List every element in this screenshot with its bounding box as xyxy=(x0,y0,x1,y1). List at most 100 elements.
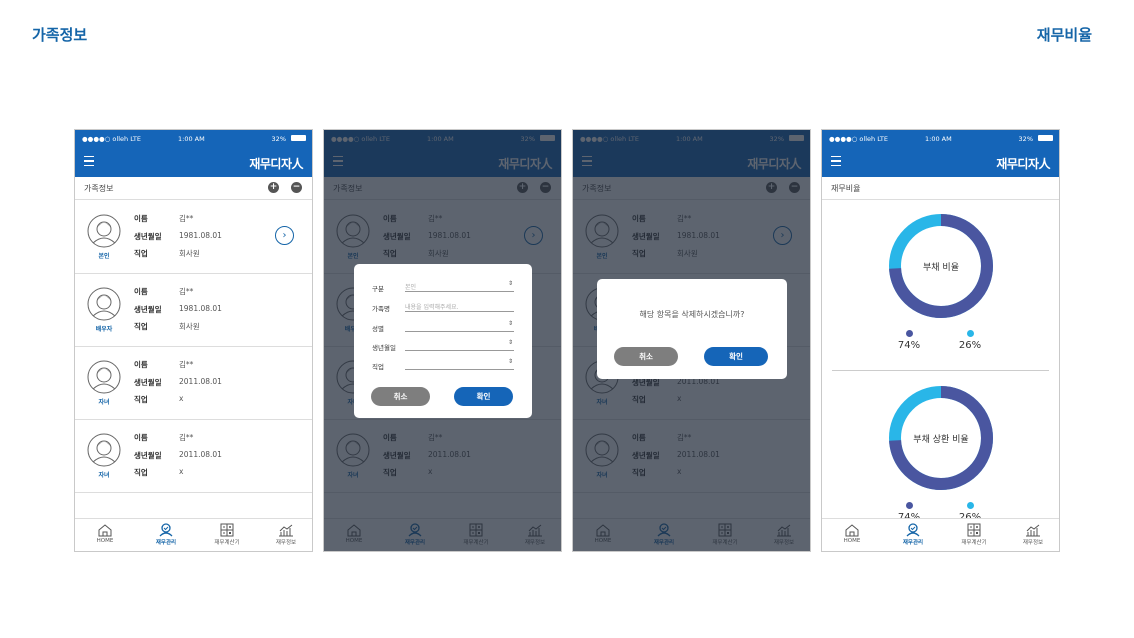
carrier-label: ●●●●○ olleh LTE xyxy=(82,135,142,143)
form-select[interactable]: 본인 xyxy=(405,282,514,292)
family-member-row[interactable]: 자녀 이름 김** 생년월일 2011.08.01 직업 x xyxy=(75,346,312,420)
app-bar: 재무디자人 xyxy=(75,147,312,177)
hamburger-menu-icon[interactable] xyxy=(84,156,94,166)
confirm-message: 해당 항목을 삭제하시겠습니까? xyxy=(639,310,745,319)
form-row: 구분 본인 ⇕ xyxy=(372,280,514,294)
form-row: 성별 ⇕ xyxy=(372,320,514,334)
battery-icon xyxy=(291,135,306,141)
status-bar: ●●●●○ olleh LTE 1:00 AM 32% xyxy=(75,130,312,147)
home-icon xyxy=(80,523,130,537)
home-icon xyxy=(827,523,877,537)
modal-overlay: 해당 항목을 삭제하시겠습니까? 취소 확인 xyxy=(573,130,810,551)
calculator-icon xyxy=(202,523,252,537)
field-label-name: 이름 xyxy=(134,360,148,369)
field-value-birth: 2011.08.01 xyxy=(179,450,222,459)
chart-title: 부채 상환 비율 xyxy=(913,435,969,445)
tab-finance-manage[interactable]: 재무관리 xyxy=(141,523,191,546)
page-title-financial-ratio: 재무비율 xyxy=(1036,26,1092,44)
field-label-birth: 생년월일 xyxy=(134,451,162,460)
tab-label: 재무관리 xyxy=(155,540,177,546)
legend-value-primary: 74% xyxy=(897,340,921,351)
form-row: 생년월일 ⇕ xyxy=(372,339,514,353)
confirm-button[interactable]: 확인 xyxy=(704,347,768,366)
avatar-icon xyxy=(87,214,121,248)
field-label-job: 직업 xyxy=(134,322,148,331)
avatar-icon xyxy=(87,433,121,467)
chevron-right-icon[interactable]: › xyxy=(275,226,294,245)
hamburger-menu-icon[interactable] xyxy=(831,156,841,166)
tab-home[interactable]: HOME xyxy=(80,523,130,544)
field-label-name: 이름 xyxy=(134,214,148,223)
legend-dot-primary xyxy=(906,330,913,337)
tab-home[interactable]: HOME xyxy=(827,523,877,544)
field-label-birth: 생년월일 xyxy=(134,305,162,314)
tab-label: HOME xyxy=(843,538,861,544)
member-role: 자녀 xyxy=(98,399,110,406)
form-select[interactable] xyxy=(405,322,514,332)
form-row: 가족명 내용을 입력해주세요. xyxy=(372,300,514,314)
phone-screen-financial-ratio: ●●●●○ olleh LTE 1:00 AM 32% 재무디자人 재무비율부채 비율 7… xyxy=(821,129,1060,552)
calculator-icon xyxy=(949,523,999,537)
section-header: 가족정보 + − xyxy=(75,177,312,200)
form-select[interactable] xyxy=(405,360,514,370)
status-bar: ●●●●○ olleh LTE 1:00 AM 32% xyxy=(822,130,1059,147)
tab-label: HOME xyxy=(96,538,114,544)
tab-label: 재무관리 xyxy=(902,540,924,546)
select-arrows-icon: ⇕ xyxy=(507,339,513,346)
field-value-name: 김** xyxy=(179,287,194,296)
tab-finance-info[interactable]: 재무정보 xyxy=(261,523,311,546)
confirm-button[interactable]: 확인 xyxy=(454,387,513,406)
field-value-birth: 2011.08.01 xyxy=(179,377,222,386)
form-label: 구분 xyxy=(372,285,384,293)
delete-confirm-dialog: 해당 항목을 삭제하시겠습니까? 취소 확인 xyxy=(597,279,787,379)
cancel-button[interactable]: 취소 xyxy=(371,387,430,406)
tab-finance-manage[interactable]: 재무관리 xyxy=(888,523,938,546)
field-value-job: x xyxy=(179,467,184,476)
finance-info-icon xyxy=(1008,523,1058,537)
form-label: 직업 xyxy=(372,363,384,371)
family-member-row[interactable]: 본인 이름 김** 생년월일 1981.08.01 직업 회사원 › xyxy=(75,200,312,274)
app-logo: 재무디자人 xyxy=(249,157,303,171)
tab-label: 재무정보 xyxy=(275,540,297,546)
family-member-row[interactable]: 자녀 이름 김** 생년월일 2011.08.01 직업 x xyxy=(75,419,312,493)
section-header: 재무비율 xyxy=(822,177,1059,200)
form-select[interactable] xyxy=(405,341,514,351)
chart-title: 부채 비율 xyxy=(923,263,959,273)
battery-icon xyxy=(1038,135,1053,141)
tab-calculator[interactable]: 재무계산기 xyxy=(202,523,252,546)
section-title: 재무비율 xyxy=(831,184,861,193)
family-member-row[interactable]: 배우자 이름 김** 생년월일 1981.08.01 직업 회사원 xyxy=(75,273,312,347)
field-value-birth: 1981.08.01 xyxy=(179,304,222,313)
clock-label: 1:00 AM xyxy=(178,135,205,143)
select-arrows-icon: ⇕ xyxy=(507,320,513,327)
field-label-job: 직업 xyxy=(134,468,148,477)
select-arrows-icon: ⇕ xyxy=(507,358,513,365)
tab-finance-info[interactable]: 재무정보 xyxy=(1008,523,1058,546)
page-title-family-info: 가족정보 xyxy=(32,26,88,44)
donut-chart: 부채 상환 비율 xyxy=(888,385,994,491)
form-label: 생년월일 xyxy=(372,344,396,352)
phone-screen-family-list: ●●●●○ olleh LTE 1:00 AM 32% 재무디자人 가족정보 + − 본인 이름… xyxy=(74,129,313,552)
field-label-birth: 생년월일 xyxy=(134,232,162,241)
cancel-button[interactable]: 취소 xyxy=(614,347,678,366)
add-member-button[interactable]: + xyxy=(268,182,279,193)
section-title: 가족정보 xyxy=(84,184,114,193)
tab-calculator[interactable]: 재무계산기 xyxy=(949,523,999,546)
donut-chart: 부채 비율 xyxy=(888,213,994,319)
form-input[interactable]: 내용을 입력해주세요. xyxy=(405,302,514,312)
field-value-job: 회사원 xyxy=(179,249,200,258)
field-value-name: 김** xyxy=(179,214,194,223)
app-bar: 재무디자人 xyxy=(822,147,1059,177)
finance-manage-icon xyxy=(141,523,191,537)
phone-screen-delete-confirm: ●●●●○ olleh LTE1:00 AM32%재무디자人가족정보+−본인이름… xyxy=(572,129,811,552)
field-label-name: 이름 xyxy=(134,433,148,442)
form-label: 성별 xyxy=(372,325,384,333)
legend-dot-primary xyxy=(906,502,913,509)
field-value-birth: 1981.08.01 xyxy=(179,231,222,240)
bottom-tab-bar: HOME 재무관리 재무계산기 재무정보 xyxy=(822,518,1059,551)
app-logo: 재무디자人 xyxy=(996,157,1050,171)
field-label-birth: 생년월일 xyxy=(134,378,162,387)
form-row: 직업 ⇕ xyxy=(372,358,514,372)
bottom-tab-bar: HOME 재무관리 재무계산기 재무정보 xyxy=(75,518,312,551)
remove-member-button[interactable]: − xyxy=(291,182,302,193)
